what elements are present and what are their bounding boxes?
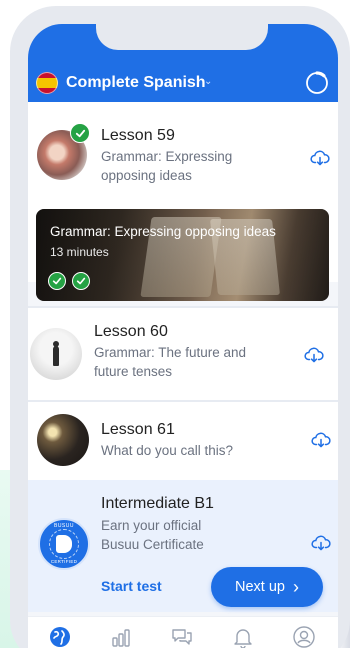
- phone-notch: [96, 24, 268, 50]
- person-silhouette: [53, 346, 59, 366]
- activity-title: Grammar: Expressing opposing ideas: [50, 224, 276, 239]
- next-up-button[interactable]: Next up ›: [211, 567, 323, 607]
- spain-flag-icon[interactable]: [36, 72, 58, 94]
- profile-icon[interactable]: [292, 625, 316, 648]
- download-icon[interactable]: [311, 432, 331, 448]
- lesson-title: Lesson 59: [101, 127, 175, 144]
- course-title[interactable]: Complete Spanish: [66, 72, 206, 94]
- badge-bottom-text: CERTIFIED: [50, 559, 78, 564]
- bottom-tab-bar: [28, 616, 338, 648]
- certificate-title: Intermediate B1: [101, 495, 214, 512]
- badge-logo: [56, 535, 72, 553]
- activity-banner[interactable]: Grammar: Expressing opposing ideas 13 mi…: [36, 209, 329, 301]
- certificate-badge-icon: BUSUU CERTIFIED: [38, 518, 90, 570]
- activity-check-icon: [48, 272, 66, 290]
- lesson-60-photo-icon: [30, 328, 82, 380]
- chevron-down-icon[interactable]: ⌄: [204, 76, 212, 87]
- community-icon[interactable]: [170, 625, 194, 648]
- completed-check-icon: [70, 123, 90, 143]
- person-head: [53, 341, 59, 347]
- lesson-card-61[interactable]: Lesson 61 What do you call this?: [28, 402, 338, 480]
- lesson-title: Lesson 60: [94, 323, 168, 340]
- learn-icon[interactable]: [48, 625, 72, 648]
- app-screen: Complete Spanish ⌄ Lesson 59 Grammar: Ex…: [28, 24, 338, 648]
- download-icon[interactable]: [304, 347, 324, 363]
- lesson-card-59[interactable]: Lesson 59 Grammar: Expressing opposing i…: [28, 102, 338, 301]
- lesson-subtitle: Grammar: Expressing opposing ideas: [101, 149, 233, 183]
- progress-ring-icon[interactable]: [305, 71, 329, 95]
- certificate-subtitle: Earn your official Busuu Certificate: [101, 518, 204, 552]
- app-header: Complete Spanish ⌄: [28, 24, 338, 102]
- activity-check-icon: [72, 272, 90, 290]
- review-icon[interactable]: [109, 625, 133, 648]
- lesson-title: Lesson 61: [101, 421, 175, 438]
- lesson-61-photo-icon: [37, 414, 89, 466]
- start-test-link[interactable]: Start test: [101, 578, 162, 594]
- activity-duration: 13 minutes: [50, 245, 109, 259]
- lesson-subtitle: Grammar: The future and future tenses: [94, 345, 247, 379]
- chevron-right-icon: ›: [292, 577, 299, 597]
- next-up-label: Next up: [235, 579, 285, 595]
- lesson-card-60[interactable]: Lesson 60 Grammar: The future and future…: [28, 308, 338, 400]
- certificate-card[interactable]: BUSUU CERTIFIED Intermediate B1 Earn you…: [28, 480, 338, 612]
- notifications-icon[interactable]: [231, 625, 255, 648]
- download-icon[interactable]: [311, 535, 331, 551]
- lesson-subtitle: What do you call this?: [101, 443, 234, 458]
- download-icon[interactable]: [310, 150, 330, 166]
